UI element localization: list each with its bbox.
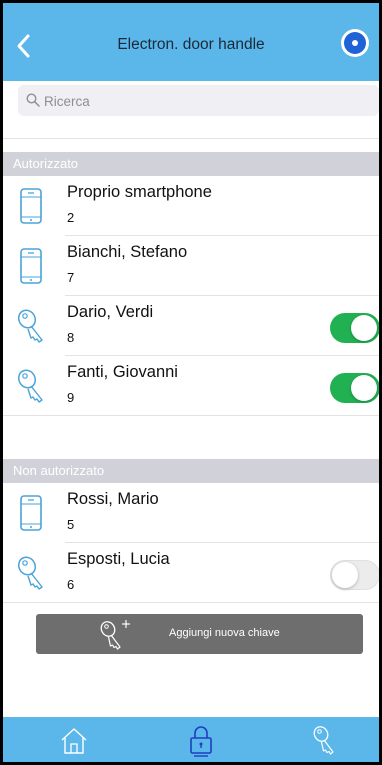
list-item[interactable]: Bianchi, Stefano 7 (3, 236, 379, 296)
list-item[interactable]: Dario, Verdi 8 (3, 296, 379, 356)
header-bar: Electron. door handle (3, 3, 379, 81)
item-name: Dario, Verdi (67, 303, 154, 321)
access-toggle[interactable] (330, 313, 379, 343)
key-icon (17, 556, 43, 590)
key-plus-icon (100, 620, 130, 650)
search-area (3, 81, 379, 139)
home-icon[interactable] (58, 723, 90, 757)
item-name: Rossi, Mario (67, 490, 159, 508)
item-number: 6 (67, 577, 75, 592)
item-number: 8 (67, 330, 75, 345)
key-icon[interactable] (309, 723, 341, 757)
app-screen: Electron. door handle Autorizzato Propri… (3, 3, 379, 762)
add-key-label: Aggiungi nuova chiave (169, 627, 280, 639)
list-item[interactable]: Rossi, Mario 5 (3, 483, 379, 543)
key-icon (17, 309, 43, 343)
item-number: 2 (67, 210, 75, 225)
list-item[interactable]: Fanti, Giovanni 9 (3, 356, 379, 416)
item-number: 5 (67, 517, 75, 532)
access-toggle[interactable] (330, 373, 379, 403)
smartphone-icon (20, 188, 42, 224)
item-number: 7 (67, 270, 75, 285)
smartphone-icon (20, 248, 42, 284)
item-number: 9 (67, 390, 75, 405)
item-name: Esposti, Lucia (67, 550, 170, 568)
section-header-authorized: Autorizzato (3, 152, 379, 176)
page-title: Electron. door handle (117, 36, 265, 53)
key-icon (17, 369, 43, 403)
section-header-unauthorized: Non autorizzato (3, 459, 379, 483)
add-new-key-button[interactable]: Aggiungi nuova chiave (36, 614, 363, 654)
options-dot-icon[interactable] (341, 29, 369, 57)
search-bar[interactable] (18, 85, 379, 116)
lock-icon[interactable] (185, 723, 217, 757)
spacer (3, 416, 379, 459)
list-item[interactable]: Esposti, Lucia 6 (3, 543, 379, 603)
smartphone-icon (20, 495, 42, 531)
bottom-nav (3, 717, 379, 762)
item-name: Bianchi, Stefano (67, 243, 188, 261)
list-item[interactable]: Proprio smartphone 2 (3, 176, 379, 236)
search-input[interactable] (44, 91, 344, 111)
access-toggle[interactable] (330, 560, 379, 590)
item-name: Proprio smartphone (67, 183, 212, 201)
search-icon (26, 93, 40, 107)
spacer (3, 139, 379, 152)
item-name: Fanti, Giovanni (67, 363, 178, 381)
